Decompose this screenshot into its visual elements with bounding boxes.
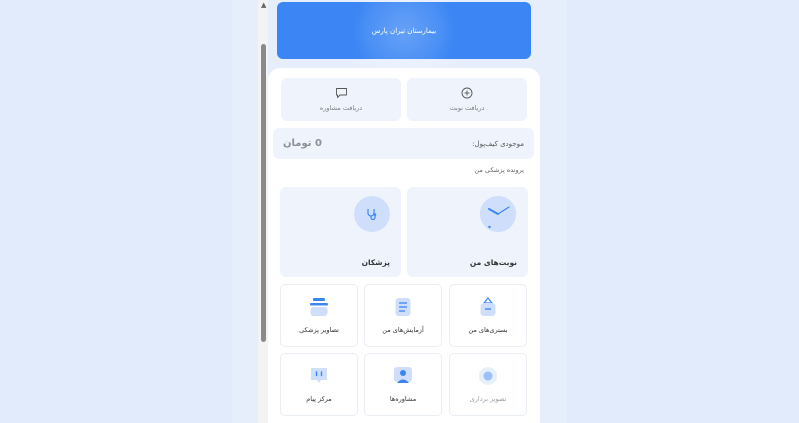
message-center-label: مرکز پیام: [306, 395, 332, 403]
doctors-card[interactable]: پزشکان: [280, 187, 401, 277]
get-appointment-button[interactable]: دریافت نوبت: [407, 78, 527, 121]
clock-icon: [480, 196, 516, 232]
consultations-card[interactable]: مشاوره‌ها: [364, 353, 442, 416]
lab-report-icon: [395, 298, 411, 316]
get-consultation-button[interactable]: دریافت مشاوره: [281, 78, 401, 121]
hospital-bag-icon: [480, 297, 496, 316]
message-center-card[interactable]: مرکز پیام: [280, 353, 358, 416]
banner-title: بیمارستان تیران پارس: [371, 26, 437, 35]
consultant-icon: [394, 367, 412, 383]
imaging-label: تصویر برداری: [469, 395, 507, 403]
medical-images-label: تصاویر پزشکی: [299, 326, 339, 334]
my-hospitalizations-card[interactable]: بستری‌های من: [449, 284, 527, 347]
my-appointments-card[interactable]: نوبت‌های من: [407, 187, 528, 277]
chat-icon: [335, 88, 347, 98]
get-appointment-label: دریافت نوبت: [449, 104, 485, 112]
plus-circle-icon: [461, 87, 473, 99]
hospital-banner[interactable]: بیمارستان تیران پارس: [277, 2, 531, 59]
wallet-amount: 0 تومان: [283, 138, 322, 149]
medical-image-icon: [310, 298, 328, 316]
medical-images-card[interactable]: تصاویر پزشکی: [280, 284, 358, 347]
wallet-label: موجودی کیف‌پول:: [472, 139, 524, 148]
scroll-up-arrow-icon[interactable]: ▲: [261, 1, 266, 9]
imaging-card[interactable]: تصویر برداری: [449, 353, 527, 416]
section-title: پرونده پزشکی من: [474, 166, 524, 174]
message-icon: [311, 368, 327, 383]
my-appointments-label: نوبت‌های من: [469, 258, 517, 267]
scrollbar-thumb[interactable]: [261, 44, 266, 342]
consultations-label: مشاوره‌ها: [389, 395, 417, 403]
my-tests-label: آزمایش‌های من: [382, 326, 424, 334]
my-tests-card[interactable]: آزمایش‌های من: [364, 284, 442, 347]
get-consultation-label: دریافت مشاوره: [319, 104, 363, 112]
my-hospitalizations-label: بستری‌های من: [468, 326, 508, 334]
stethoscope-icon: [354, 196, 390, 232]
wallet-balance[interactable]: موجودی کیف‌پول: 0 تومان: [273, 128, 534, 159]
imaging-icon: [479, 367, 497, 385]
doctors-label: پزشکان: [361, 258, 390, 267]
